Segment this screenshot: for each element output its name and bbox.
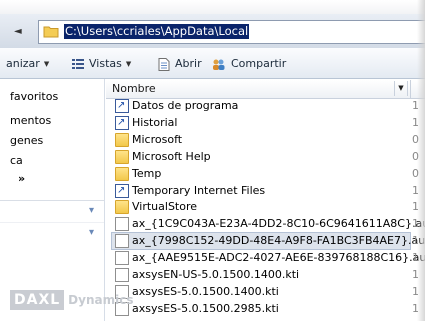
folder-icon [115,200,129,214]
organize-button[interactable]: anizar ▼ [6,55,49,73]
window-right-edge [417,0,425,321]
folder-icon [115,167,129,181]
nav-documents[interactable]: mentos [10,114,51,127]
file-row[interactable]: axsysES-5.0.1500.1400.kti [112,284,410,300]
share-icon [213,59,225,70]
file-name: VirtualStore [132,200,198,213]
watermark-text: Dynamics [68,293,134,307]
file-icon [115,217,129,231]
file-row[interactable]: axsysES-5.0.1500.2985.kti [112,301,410,317]
file-row[interactable]: axsysEN-US-5.0.1500.1400.kti [112,267,410,283]
file-icon [115,251,129,265]
open-label: Abrir [175,57,202,70]
file-name: axsysES-5.0.1500.1400.kti [132,285,279,298]
chevron-down-icon: ▼ [43,60,50,68]
file-name: Datos de programa [132,99,239,112]
file-name: ax_{AAE9515E-ADC2-4027-AE6E-839768188C16… [132,251,425,264]
folder-row[interactable]: Microsoft Help [112,149,410,165]
shortcut-icon [115,115,129,131]
chevron-down-icon[interactable]: ▾ [89,227,94,238]
nav-divider [0,200,104,201]
file-row[interactable]: ax_{AAE9515E-ADC2-4027-AE6E-839768188C16… [112,250,425,266]
file-row[interactable]: ax_{1C9C043A-E23A-4DD2-8C10-6C9641611A8C… [112,216,425,232]
file-name: Historial [132,116,178,129]
folder-icon [43,26,59,38]
nav-images[interactable]: genes [10,134,43,147]
views-label: Vistas [89,57,122,70]
column-divider[interactable] [410,80,411,98]
file-icon [115,234,129,248]
organize-label: anizar [6,57,40,70]
chevron-down-icon: ▼ [125,60,132,68]
open-button[interactable]: Abrir [158,55,202,73]
shortcut-row[interactable]: Datos de programa [112,98,410,114]
watermark-logo: DAXL [10,290,65,310]
share-button[interactable]: Compartir [212,55,286,73]
column-filter-button[interactable]: ▼ [394,81,408,96]
file-name: Temporary Internet Files [132,184,266,197]
chevron-down-icon: ◄ [14,26,22,37]
file-row[interactable]: ax_{7998C152-49DD-48E4-A9F8-FA1BC3FB4AE7… [111,232,425,250]
share-label: Compartir [231,57,287,70]
file-name: axsysEN-US-5.0.1500.1400.kti [132,268,300,281]
window-top-edge [0,0,425,14]
file-name: axsysES-5.0.1500.2985.kti [132,302,279,315]
folder-row[interactable]: Temp [112,166,410,182]
file-name: Temp [132,167,162,180]
nav-music[interactable]: ca [10,154,23,167]
file-name: ax_{1C9C043A-E23A-4DD2-8C10-6C9641611A8C… [132,217,425,230]
nav-more-button[interactable]: » [18,172,25,185]
folder-row[interactable]: VirtualStore [112,199,410,215]
file-name: Microsoft [132,133,183,146]
back-dropdown-button[interactable]: ◄ [0,20,36,44]
views-icon [72,59,84,69]
folder-icon [115,150,129,164]
watermark: DAXL Dynamics [10,290,133,312]
shortcut-row[interactable]: Temporary Internet Files [112,183,410,199]
shortcut-icon [115,98,129,114]
folder-icon [115,133,129,147]
column-header-name[interactable]: Nombre [112,82,156,95]
file-name: ax_{7998C152-49DD-48E4-A9F8-FA1BC3FB4AE7… [132,234,425,247]
address-path-text[interactable]: C:\Users\ccriales\AppData\Local [64,24,250,39]
views-button[interactable]: Vistas ▼ [72,55,131,73]
nav-divider [0,222,104,223]
file-icon [115,268,129,282]
shortcut-icon [115,183,129,199]
nav-favorites[interactable]: favoritos [10,90,58,103]
file-name: Microsoft Help [132,150,211,163]
document-icon [158,57,170,71]
shortcut-row[interactable]: Historial [112,115,410,131]
folder-row[interactable]: Microsoft [112,132,410,148]
chevron-down-icon[interactable]: ▾ [89,205,94,216]
